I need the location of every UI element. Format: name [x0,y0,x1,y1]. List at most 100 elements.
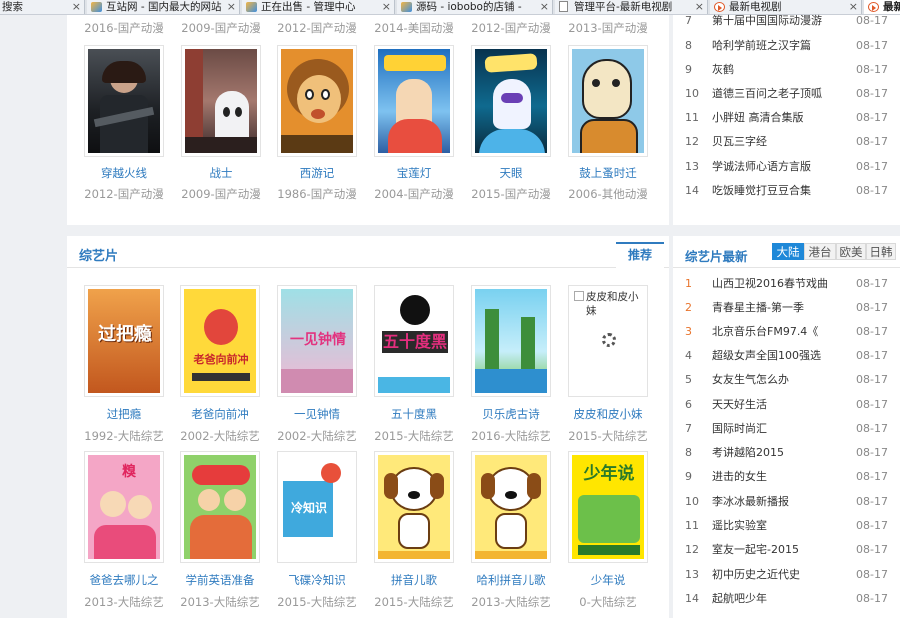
list-item-title[interactable]: 灰鹤 [712,60,852,80]
poster-thumbnail[interactable]: 冷知识 [277,451,357,563]
poster-thumbnail[interactable]: 少年说 [568,451,648,563]
close-icon[interactable]: × [227,0,236,14]
item-title-link[interactable]: 战士 [171,165,271,181]
poster-thumbnail[interactable]: 五十度黑 [374,285,454,397]
poster-thumbnail[interactable] [374,451,454,563]
list-item[interactable]: 11 遥比实验室 08-17 [673,516,900,536]
rank-number: 13 [685,160,699,173]
tab-huzhan[interactable]: 互站网 - 国内最大的网站 × [87,0,240,14]
item-title-link[interactable]: 老爸向前冲 [170,406,270,422]
list-item[interactable]: 6 天天好生活 08-17 [673,395,900,415]
list-item[interactable]: 2 青春星主播-第一季 08-17 [673,298,900,318]
list-item[interactable]: 10 李冰冰最新播报 08-17 [673,492,900,512]
list-item[interactable]: 12 室友一起宅-2015 08-17 [673,540,900,560]
poster-thumbnail[interactable]: 皮皮和皮小妹 [568,285,648,397]
poster-thumbnail[interactable] [471,451,551,563]
item-title-link[interactable]: 皮皮和皮小妹 [558,406,658,422]
item-title-link[interactable]: 鼓上蚤时迁 [558,165,658,181]
poster-thumbnail[interactable] [374,45,454,157]
list-item-title[interactable]: 李冰冰最新播报 [712,492,852,512]
list-item-title[interactable]: 吃饭睡觉打豆豆合集 [712,181,852,201]
list-item-date: 08-17 [856,184,888,197]
list-item-title[interactable]: 考讲越陷2015 [712,443,852,463]
tab-source[interactable]: 源码 - iobobo的店铺 - × [397,0,553,14]
item-title-link[interactable]: 学前英语准备 [170,572,270,588]
list-item-title[interactable]: 山西卫视2016春节戏曲 [712,274,852,294]
list-item-title[interactable]: 道德三百问之老子顶呱 [712,84,852,104]
poster-thumbnail[interactable]: 糗 [84,451,164,563]
item-title-link[interactable]: 穿越火线 [74,165,174,181]
close-icon[interactable]: × [540,0,549,14]
list-item-date: 08-17 [856,63,888,76]
list-item-title[interactable]: 北京音乐台FM97.4《 [712,322,852,342]
list-item-title[interactable]: 学诚法师心语方言版 [712,157,852,177]
list-item-title[interactable]: 进击的女生 [712,467,852,487]
poster-thumbnail[interactable]: 过把瘾 [84,285,164,397]
item-title-link[interactable]: 宝莲灯 [364,165,464,181]
list-item[interactable]: 14 起航吧少年 08-17 [673,589,900,609]
list-item-title[interactable]: 遥比实验室 [712,516,852,536]
item-title-link[interactable]: 哈利拼音儿歌 [461,572,561,588]
list-item[interactable]: 5 女友生气怎么办 08-17 [673,370,900,390]
list-item-title[interactable]: 青春星主播-第一季 [712,298,852,318]
list-item[interactable]: 13 学诚法师心语方言版 08-17 [673,157,900,177]
poster-thumbnail[interactable]: 一见钟情 [277,285,357,397]
poster-thumbnail[interactable] [471,45,551,157]
poster-thumbnail[interactable] [568,45,648,157]
item-title-link[interactable]: 贝乐虎古诗 [461,406,561,422]
tab-selling[interactable]: 正在出售 - 管理中心 × [242,0,395,14]
list-item-title[interactable]: 哈利学前班之汉字篇 [712,36,852,56]
poster-thumbnail[interactable] [181,45,261,157]
item-title-link[interactable]: 爸爸去哪儿之 [74,572,174,588]
list-item-title[interactable]: 女友生气怎么办 [712,370,852,390]
list-item[interactable]: 8 哈利学前班之汉字篇 08-17 [673,36,900,56]
tab-search[interactable]: 搜索 × [0,0,85,14]
list-item-title[interactable]: 超级女声全国100强选 [712,346,852,366]
poster-thumbnail[interactable]: 老爸向前冲 [180,285,260,397]
list-item[interactable]: 10 道德三百问之老子顶呱 08-17 [673,84,900,104]
list-item[interactable]: 3 北京音乐台FM97.4《 08-17 [673,322,900,342]
poster-thumbnail[interactable] [180,451,260,563]
item-subtitle: 2013-大陆综艺 [471,595,551,609]
list-item-title[interactable]: 贝瓦三字经 [712,132,852,152]
tab-west[interactable]: 欧美 [836,243,866,260]
item-title-link[interactable]: 一见钟情 [267,406,367,422]
tab-japan-korea[interactable]: 日韩 [866,243,896,260]
list-item[interactable]: 1 山西卫视2016春节戏曲 08-17 [673,274,900,294]
close-icon[interactable]: × [382,0,391,14]
item-title-link[interactable]: 西游记 [267,165,367,181]
list-item[interactable]: 14 吃饭睡觉打豆豆合集 08-17 [673,181,900,201]
list-item[interactable]: 7 第十届中国国际动漫游 08-17 [673,11,900,31]
list-item-title[interactable]: 小胖妞 高清合集版 [712,108,852,128]
item-title-link[interactable]: 天眼 [461,165,561,181]
poster-thumbnail[interactable] [84,45,164,157]
list-item[interactable]: 12 贝瓦三字经 08-17 [673,132,900,152]
page-icon [559,1,568,12]
list-item[interactable]: 4 超级女声全国100强选 08-17 [673,346,900,366]
tab-mainland[interactable]: 大陆 [772,243,804,260]
list-item[interactable]: 7 国际时尚汇 08-17 [673,419,900,439]
item-title-link[interactable]: 拼音儿歌 [364,572,464,588]
poster-thumbnail[interactable] [277,45,357,157]
poster-thumbnail[interactable] [471,285,551,397]
list-item-title[interactable]: 初中历史之近代史 [712,565,852,585]
tab-recommended[interactable]: 推荐 [616,242,664,268]
list-item-title[interactable]: 天天好生活 [712,395,852,415]
list-item-date: 08-17 [856,373,888,386]
anime-ranking-list: 7 第十届中国国际动漫游 08-17 8 哈利学前班之汉字篇 08-17 9 灰鹤 08-1… [673,14,900,225]
item-title-link[interactable]: 飞碟冷知识 [267,572,367,588]
item-title-link[interactable]: 少年说 [558,572,658,588]
list-item-title[interactable]: 国际时尚汇 [712,419,852,439]
tab-hktw[interactable]: 港台 [804,243,836,260]
list-item[interactable]: 11 小胖妞 高清合集版 08-17 [673,108,900,128]
list-item[interactable]: 9 灰鹤 08-17 [673,60,900,80]
list-item[interactable]: 8 考讲越陷2015 08-17 [673,443,900,463]
list-item-title[interactable]: 第十届中国国际动漫游 [712,11,852,31]
list-item[interactable]: 9 进击的女生 08-17 [673,467,900,487]
list-item-title[interactable]: 室友一起宅-2015 [712,540,852,560]
list-item-title[interactable]: 起航吧少年 [712,589,852,609]
close-icon[interactable]: × [72,0,81,14]
item-title-link[interactable]: 五十度黑 [364,406,464,422]
list-item[interactable]: 13 初中历史之近代史 08-17 [673,565,900,585]
item-title-link[interactable]: 过把瘾 [74,406,174,422]
